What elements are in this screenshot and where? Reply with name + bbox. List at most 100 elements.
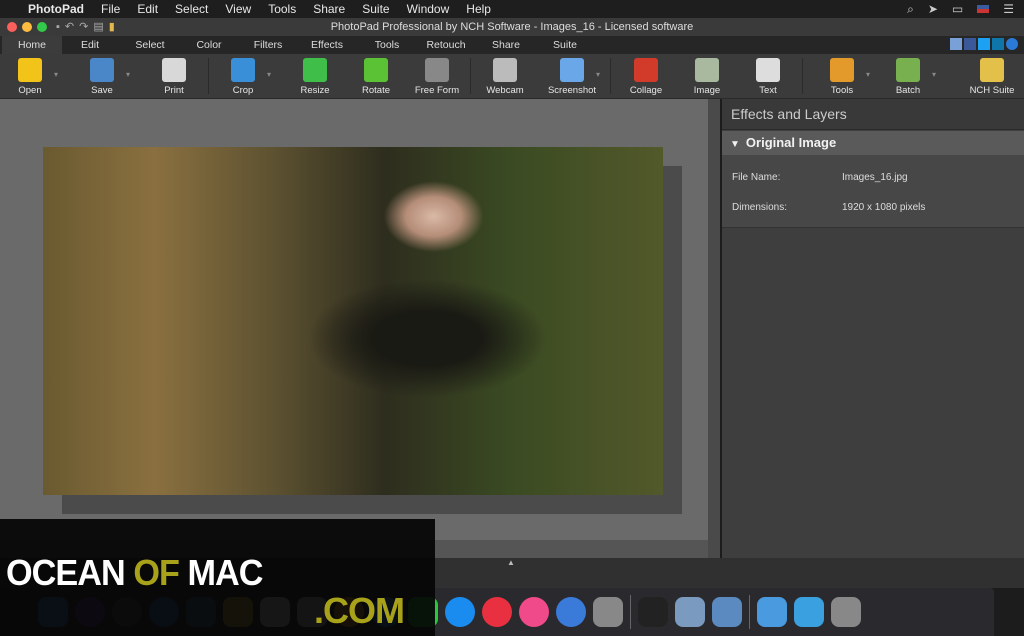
tools-button[interactable]: Tools xyxy=(814,58,870,96)
suite-icon xyxy=(980,58,1004,82)
search-icon[interactable]: ⌕ xyxy=(907,2,914,17)
tab-tools[interactable]: Tools xyxy=(357,36,417,54)
dock-terminal-icon[interactable] xyxy=(638,597,668,627)
menu-help[interactable]: Help xyxy=(466,2,491,16)
tab-home[interactable]: Home xyxy=(2,36,62,54)
menu-suite[interactable]: Suite xyxy=(362,2,389,16)
dock-news-icon[interactable] xyxy=(482,597,512,627)
section-body: File Name: Images_16.jpg Dimensions: 192… xyxy=(722,155,1024,228)
dimensions-label: Dimensions: xyxy=(732,202,788,213)
menu-bar: PhotoPad File Edit Select View Tools Sha… xyxy=(0,0,1024,18)
title-bar: ▪↶↷▤▮ PhotoPad Professional by NCH Softw… xyxy=(0,18,1024,36)
display-icon[interactable]: ▭ xyxy=(952,2,963,16)
dropdown-arrow-icon[interactable]: ▾ xyxy=(126,70,130,79)
dock-instruments-icon[interactable] xyxy=(556,597,586,627)
tab-edit[interactable]: Edit xyxy=(60,36,120,54)
help-icon[interactable] xyxy=(1006,38,1018,50)
tool-label: NCH Suite xyxy=(969,85,1015,96)
dock-photo-editor-icon[interactable] xyxy=(757,597,787,627)
freeform-icon xyxy=(425,58,449,82)
rotate-icon xyxy=(364,58,388,82)
tab-effects[interactable]: Effects xyxy=(297,36,357,54)
nch-suite-button[interactable]: NCH Suite xyxy=(964,58,1020,96)
menu-view[interactable]: View xyxy=(225,2,251,16)
facebook-icon[interactable] xyxy=(964,38,976,50)
tool-label: Text xyxy=(759,85,777,96)
dropdown-arrow-icon[interactable]: ▾ xyxy=(932,70,936,79)
tool-label: Rotate xyxy=(362,85,390,96)
menu-app[interactable]: PhotoPad xyxy=(28,2,84,16)
dock-separator xyxy=(630,595,631,629)
vertical-scrollbar[interactable] xyxy=(708,99,720,558)
screenshot-button[interactable]: Screenshot xyxy=(544,58,600,96)
tab-share[interactable]: Share xyxy=(476,36,536,54)
dock-trash-icon[interactable] xyxy=(831,597,861,627)
ribbon-tabs: Home Edit Select Color Filters Effects T… xyxy=(0,36,1024,54)
menu-share[interactable]: Share xyxy=(313,2,345,16)
print-button[interactable]: Print xyxy=(146,58,202,96)
free-form-button[interactable]: Free Form xyxy=(409,58,465,96)
tool-label: Crop xyxy=(232,85,254,96)
collage-button[interactable]: Collage xyxy=(618,58,674,96)
watermark-text-com: .COM xyxy=(314,590,405,631)
tab-suite[interactable]: Suite xyxy=(535,36,595,54)
text-add-icon xyxy=(756,58,780,82)
dock-itunes-icon[interactable] xyxy=(519,597,549,627)
tab-select[interactable]: Select xyxy=(120,36,180,54)
menu-window[interactable]: Window xyxy=(407,2,450,16)
text-button[interactable]: Text xyxy=(740,58,796,96)
section-original-image[interactable]: ▼ Original Image xyxy=(722,131,1024,155)
toolbar-separator xyxy=(802,58,803,94)
file-name-label: File Name: xyxy=(732,172,781,183)
tool-label: Open xyxy=(18,85,42,96)
tool-label: Image xyxy=(693,85,721,96)
crop-button[interactable]: Crop xyxy=(215,58,271,96)
menu-file[interactable]: File xyxy=(101,2,120,16)
dock-downloads-icon[interactable] xyxy=(794,597,824,627)
batch-button[interactable]: Batch xyxy=(880,58,936,96)
tool-label: Webcam xyxy=(486,85,524,96)
menu-tools[interactable]: Tools xyxy=(268,2,296,16)
dropdown-arrow-icon[interactable]: ▾ xyxy=(54,70,58,79)
dimensions-value: 1920 x 1080 pixels xyxy=(842,202,926,213)
like-icon[interactable] xyxy=(950,38,962,50)
save-button[interactable]: Save xyxy=(74,58,130,96)
dropdown-arrow-icon[interactable]: ▾ xyxy=(596,70,600,79)
linkedin-icon[interactable] xyxy=(992,38,1004,50)
image-canvas[interactable] xyxy=(43,147,663,495)
menu-edit[interactable]: Edit xyxy=(137,2,158,16)
twitter-icon[interactable] xyxy=(978,38,990,50)
tools-icon xyxy=(830,58,854,82)
file-name-value: Images_16.jpg xyxy=(842,172,908,183)
dock-separator xyxy=(749,595,750,629)
screenshot-icon xyxy=(560,58,584,82)
dropdown-arrow-icon[interactable]: ▾ xyxy=(267,70,271,79)
image-button[interactable]: Image xyxy=(679,58,735,96)
tool-label: Resize xyxy=(300,85,330,96)
tab-color[interactable]: Color xyxy=(179,36,239,54)
batch-icon xyxy=(896,58,920,82)
menu-select[interactable]: Select xyxy=(175,2,208,16)
open-button[interactable]: Open xyxy=(2,58,58,96)
toolbar-separator xyxy=(470,58,471,94)
tool-label: Screenshot xyxy=(547,85,597,96)
webcam-icon xyxy=(493,58,517,82)
expand-arrow-icon[interactable]: ▲ xyxy=(507,558,515,567)
status-icons: ⌕ ➤ ▭ ☰ xyxy=(907,0,1014,18)
dropdown-arrow-icon[interactable]: ▾ xyxy=(866,70,870,79)
flag-icon[interactable] xyxy=(977,5,990,13)
tab-filters[interactable]: Filters xyxy=(238,36,298,54)
dock-app-store-icon[interactable] xyxy=(445,597,475,627)
dock-system-preferences-icon[interactable] xyxy=(593,597,623,627)
dock-photopad-icon[interactable] xyxy=(675,597,705,627)
section-title: Original Image xyxy=(745,135,837,150)
list-icon[interactable]: ☰ xyxy=(1003,2,1014,16)
tool-label: Free Form xyxy=(414,85,460,96)
resize-button[interactable]: Resize xyxy=(287,58,343,96)
tab-retouch[interactable]: Retouch xyxy=(416,36,476,54)
webcam-button[interactable]: Webcam xyxy=(477,58,533,96)
crop-icon xyxy=(231,58,255,82)
rotate-button[interactable]: Rotate xyxy=(348,58,404,96)
cast-icon[interactable]: ➤ xyxy=(928,2,938,16)
dock-preview-icon[interactable] xyxy=(712,597,742,627)
